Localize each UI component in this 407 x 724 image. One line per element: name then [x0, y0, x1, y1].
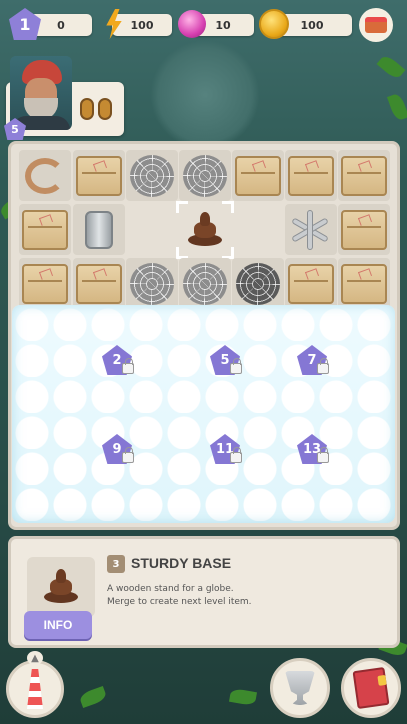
board-cell[interactable]	[19, 204, 71, 255]
item-description: A wooden stand for a globe. Merge to cre…	[107, 583, 367, 609]
item-name: STURDY BASE	[131, 555, 232, 571]
bones-icon	[290, 209, 332, 250]
crate-icon	[288, 155, 334, 196]
fog-lock-badge[interactable]: 13	[297, 434, 331, 466]
background-lighthouse	[150, 40, 260, 150]
fog-locked-area	[12, 305, 395, 523]
sturdy-base-icon[interactable]	[188, 211, 222, 248]
item-thumbnail	[27, 557, 95, 617]
player-level-badge[interactable]: 1	[9, 8, 41, 40]
cobweb-icon	[130, 154, 174, 197]
fog-lock-level: 9	[112, 441, 122, 457]
fog-lock-badge[interactable]: 9	[102, 434, 136, 466]
lock-icon	[122, 447, 134, 463]
fog-lock-level: 2	[112, 352, 122, 368]
crate-icon	[341, 155, 387, 196]
quest-level-value: 5	[11, 122, 19, 136]
crate-icon	[341, 209, 387, 250]
crate-icon	[288, 263, 334, 304]
cobweb-icon	[183, 154, 227, 197]
board-cell[interactable]	[73, 258, 125, 309]
cobweb-icon	[183, 262, 227, 305]
crate-icon	[76, 263, 122, 304]
board-cell[interactable]	[126, 150, 178, 201]
item-level-badge: 3	[107, 555, 125, 573]
coin-icon	[258, 8, 290, 40]
fog-lock-badge[interactable]: 2	[102, 345, 136, 377]
lock-icon	[230, 358, 242, 374]
sailor-portrait[interactable]	[10, 56, 72, 130]
lock-icon	[317, 358, 329, 374]
crate-icon	[76, 155, 122, 196]
energy-icon	[98, 8, 130, 40]
item-description-line: Merge to create next level item.	[107, 597, 252, 607]
top-bar: 0 1 100 10 100	[0, 0, 407, 50]
cobweb-icon	[130, 262, 174, 305]
player-level-value: 1	[19, 14, 31, 34]
fog-lock-badge[interactable]: 7	[297, 345, 331, 377]
journal-button[interactable]	[341, 658, 401, 718]
board-cell[interactable]	[232, 150, 284, 201]
item-description-line: A wooden stand for a globe.	[107, 584, 234, 594]
item-info-panel: INFO 3 STURDY BASE A wooden stand for a …	[8, 536, 400, 648]
trophy-icon	[285, 671, 315, 705]
board-cell[interactable]	[285, 150, 337, 201]
board-cell[interactable]	[19, 150, 71, 201]
board-cell[interactable]	[285, 258, 337, 309]
board-cell[interactable]	[232, 258, 284, 309]
sturdy-base-icon	[44, 569, 78, 605]
crate-icon	[22, 209, 68, 250]
book-icon	[352, 666, 390, 710]
coins-value: 100	[300, 18, 324, 32]
lighthouse-button[interactable]	[6, 660, 64, 718]
board-cell-selected[interactable]	[176, 200, 234, 259]
crate-icon	[22, 263, 68, 304]
xp-value: 0	[57, 18, 65, 32]
leaf-decoration	[78, 685, 108, 709]
leaf-decoration	[386, 92, 407, 122]
board-cell[interactable]	[73, 204, 125, 255]
board-cell[interactable]	[19, 258, 71, 309]
leaf-decoration	[228, 687, 258, 707]
fog-lock-level: 5	[220, 352, 230, 368]
fog-lock-level: 7	[307, 352, 317, 368]
board-cell-empty[interactable]	[232, 204, 284, 255]
board-cell[interactable]	[179, 258, 231, 309]
info-button[interactable]: INFO	[24, 611, 92, 639]
horseshoe-icon	[25, 157, 65, 194]
gems-value: 10	[215, 18, 231, 32]
crate-icon	[341, 263, 387, 304]
item-level-value: 3	[112, 558, 120, 570]
lighthouse-icon	[27, 669, 43, 709]
gem-icon	[176, 8, 208, 40]
lock-icon	[122, 358, 134, 374]
crate-icon	[235, 155, 281, 196]
leaf-decoration	[376, 53, 406, 81]
board-cell[interactable]	[179, 150, 231, 201]
lock-icon	[230, 447, 242, 463]
shop-button[interactable]	[359, 8, 393, 42]
board-cell[interactable]	[73, 150, 125, 201]
board-cell[interactable]	[285, 204, 337, 255]
board-cell[interactable]	[338, 150, 390, 201]
fog-lock-badge[interactable]: 11	[210, 434, 244, 466]
lock-icon	[317, 447, 329, 463]
energy-value: 100	[130, 18, 154, 32]
board-cell-empty[interactable]	[126, 204, 178, 255]
fog-lock-badge[interactable]: 5	[210, 345, 244, 377]
board-cell[interactable]	[338, 258, 390, 309]
shop-icon	[365, 17, 387, 33]
metal-can-icon	[85, 210, 113, 249]
binoculars-icon[interactable]	[80, 92, 114, 122]
chevron-up-icon[interactable]: ▲	[27, 651, 43, 665]
trophy-button[interactable]	[270, 658, 330, 718]
cobweb-icon	[236, 262, 280, 305]
board-cell[interactable]	[338, 204, 390, 255]
board-cell[interactable]	[126, 258, 178, 309]
